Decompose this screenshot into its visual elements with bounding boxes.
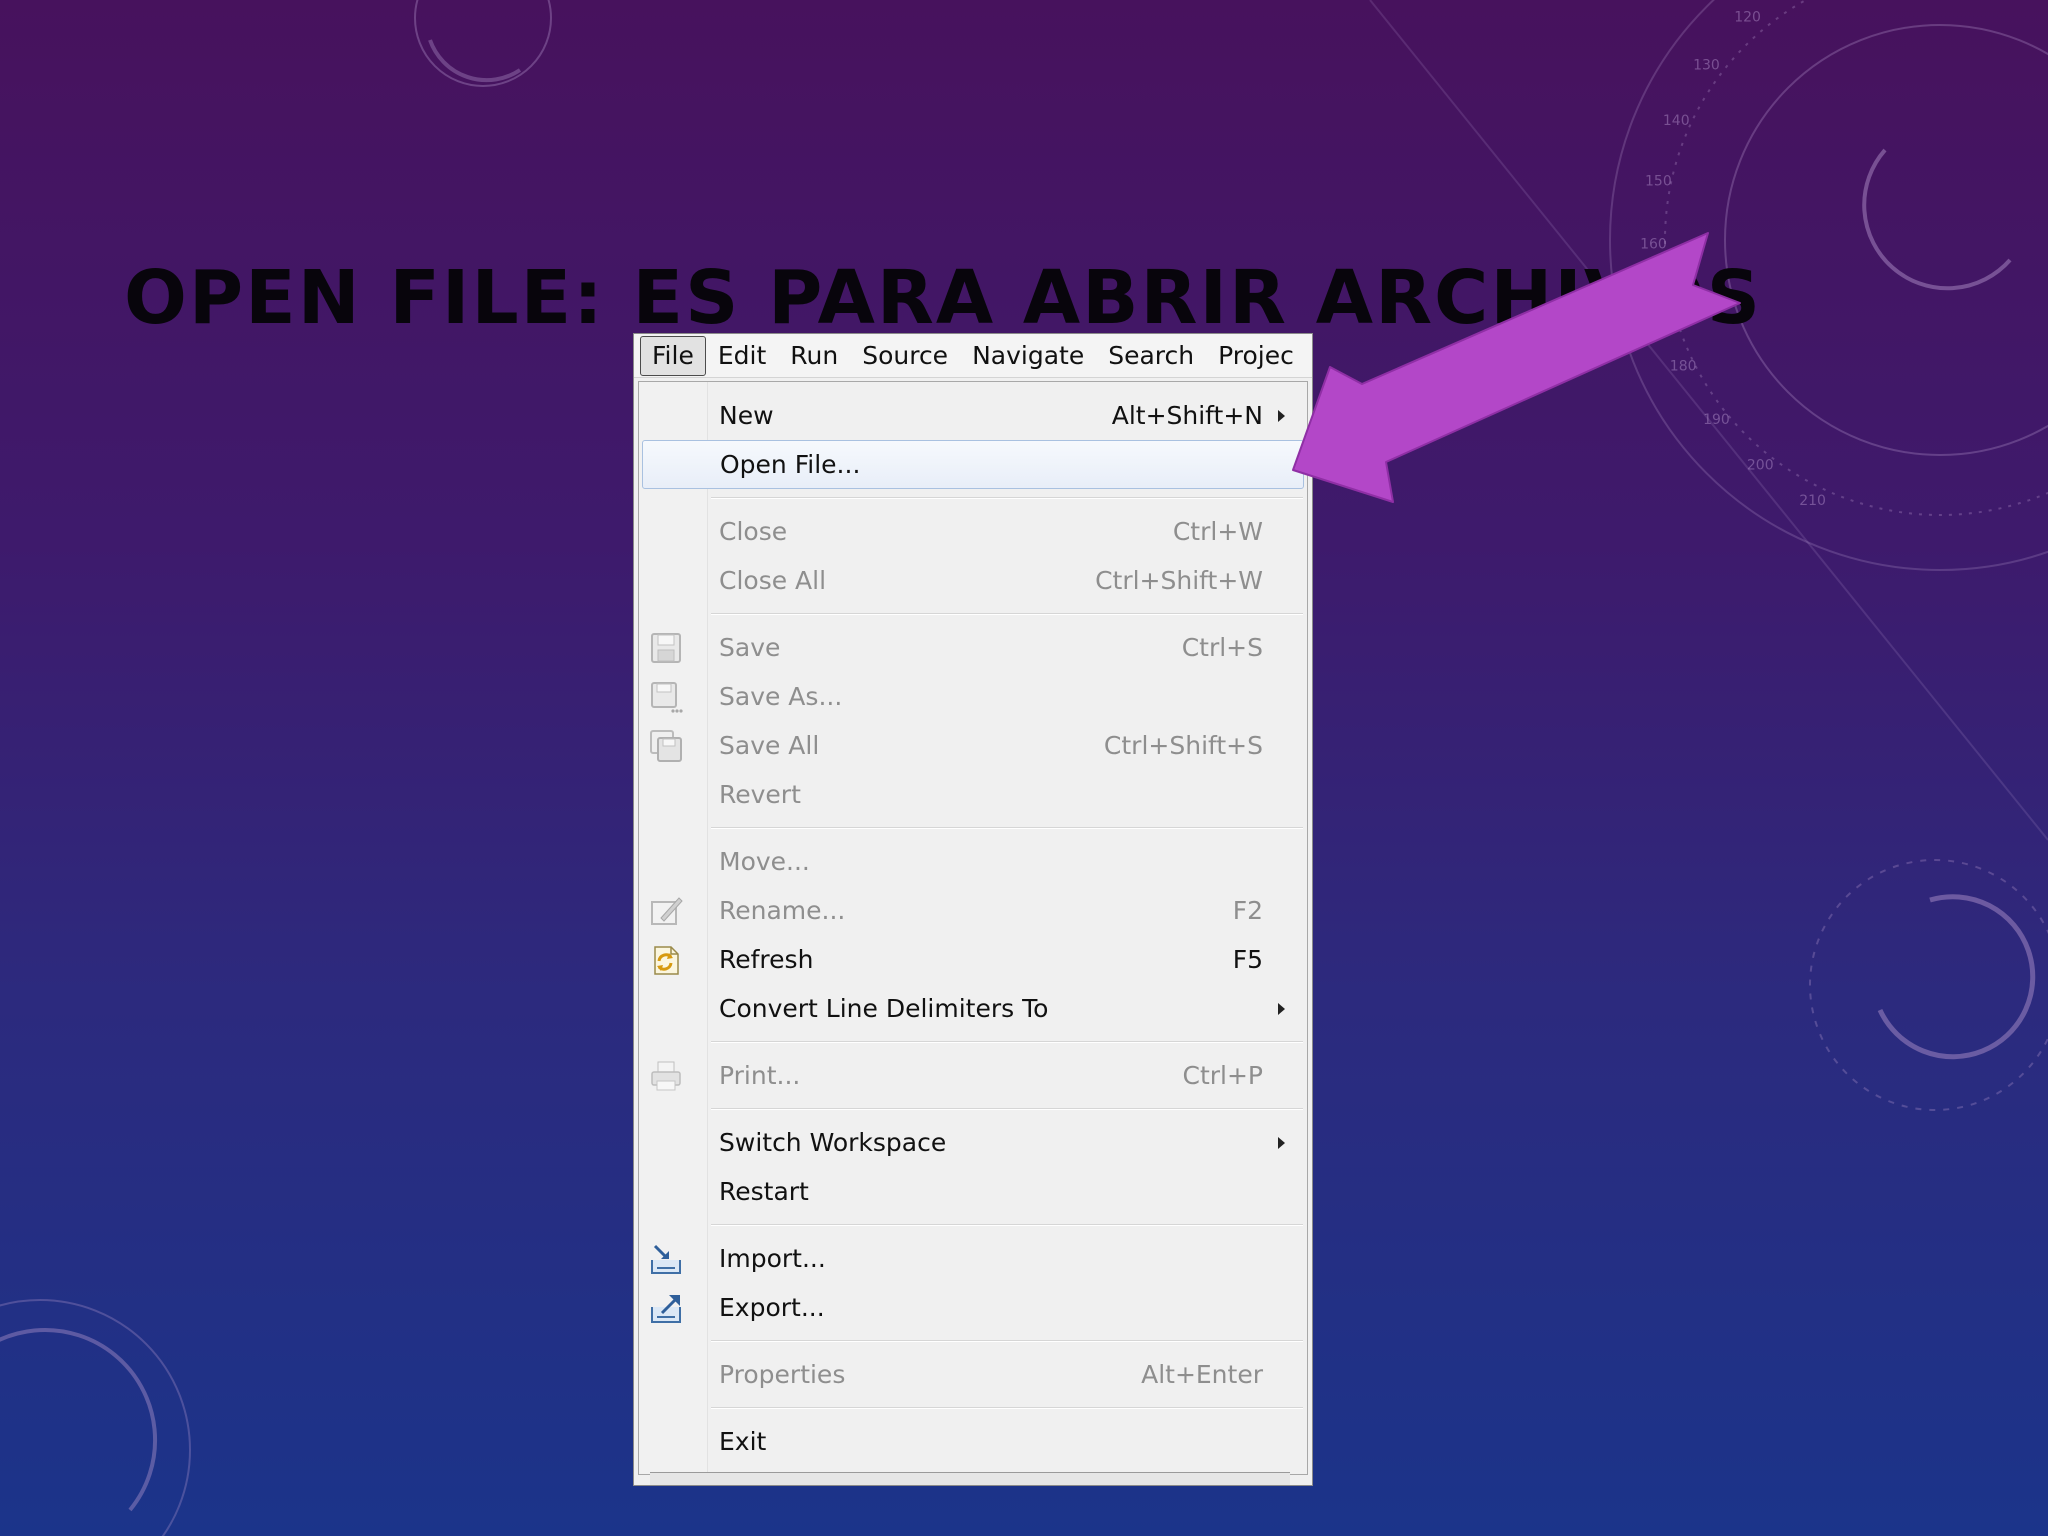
print-icon <box>651 1061 681 1091</box>
menu-item-label: Rename... <box>719 895 846 925</box>
menu-separator <box>639 605 1307 623</box>
menu-navigate[interactable]: Navigate <box>960 337 1096 375</box>
menu-item-label: Restart <box>719 1176 809 1206</box>
menu-separator <box>639 819 1307 837</box>
menu-item-shortcut: Ctrl+S <box>1181 632 1263 662</box>
menu-item-open-file[interactable]: Open File... <box>642 440 1304 489</box>
menu-item-exit[interactable]: Exit <box>639 1417 1307 1466</box>
menu-item-shortcut: F5 <box>1232 944 1263 974</box>
dial-number: 140 <box>1663 113 1690 129</box>
menu-item-shortcut: F2 <box>1232 895 1263 925</box>
menu-item-convert-line-delimiters[interactable]: Convert Line Delimiters To <box>639 984 1307 1033</box>
menu-item-label: Import... <box>719 1243 826 1273</box>
save-icon <box>651 633 681 663</box>
submenu-arrow-icon <box>1278 410 1285 422</box>
slide-title: OPEN FILE: ES PARA ABRIR ARCHIVOS <box>124 254 1762 341</box>
menu-item-label: Refresh <box>719 944 814 974</box>
menu-item-print[interactable]: Print... Ctrl+P <box>639 1051 1307 1100</box>
rename-icon <box>651 897 683 925</box>
export-icon <box>651 1295 681 1323</box>
menu-item-export[interactable]: Export... <box>639 1283 1307 1332</box>
menu-item-label: Revert <box>719 779 801 809</box>
menu-item-label: Print... <box>719 1060 801 1090</box>
menu-separator <box>639 1100 1307 1118</box>
menu-item-shortcut: Ctrl+W <box>1172 516 1263 546</box>
dial-number: 190 <box>1703 412 1730 428</box>
menu-separator <box>639 1332 1307 1350</box>
menu-item-shortcut: Alt+Enter <box>1141 1359 1263 1389</box>
menu-item-label: Open File... <box>720 449 861 479</box>
submenu-arrow-icon <box>1278 1137 1285 1149</box>
menu-item-import[interactable]: Import... <box>639 1234 1307 1283</box>
menu-item-save[interactable]: Save Ctrl+S <box>639 623 1307 672</box>
menu-item-move[interactable]: Move... <box>639 837 1307 886</box>
menu-item-label: Close <box>719 516 788 546</box>
menu-file[interactable]: File <box>640 335 706 376</box>
dial-number: 160 <box>1640 237 1667 253</box>
submenu-arrow-icon <box>1278 1003 1285 1015</box>
menu-item-switch-workspace[interactable]: Switch Workspace <box>639 1118 1307 1167</box>
menu-item-properties[interactable]: Properties Alt+Enter <box>639 1350 1307 1399</box>
menu-item-rename[interactable]: Rename... F2 <box>639 886 1307 935</box>
menu-item-label: Move... <box>719 846 810 876</box>
menu-separator <box>639 1033 1307 1051</box>
dial-number: 210 <box>1799 493 1826 509</box>
menu-item-label: Close All <box>719 565 827 595</box>
menu-item-close[interactable]: Close Ctrl+W <box>639 507 1307 556</box>
menu-separator <box>639 489 1307 507</box>
menu-item-revert[interactable]: Revert <box>639 770 1307 819</box>
menu-item-refresh[interactable]: Refresh F5 <box>639 935 1307 984</box>
menu-item-shortcut: Ctrl+Shift+S <box>1103 730 1263 760</box>
window-bottom-edge <box>650 1472 1290 1485</box>
menu-item-label: Save <box>719 632 781 662</box>
menu-item-label: Export... <box>719 1292 825 1322</box>
menu-separator <box>639 1399 1307 1417</box>
menu-item-new[interactable]: New Alt+Shift+N <box>639 391 1307 440</box>
dial-number: 120 <box>1734 10 1761 26</box>
menu-run[interactable]: Run <box>778 337 850 375</box>
menu-search[interactable]: Search <box>1096 337 1206 375</box>
refresh-icon <box>654 946 679 975</box>
import-icon <box>651 1244 681 1274</box>
menu-edit[interactable]: Edit <box>706 337 778 375</box>
eclipse-window: File Edit Run Source Navigate Search Pro… <box>633 333 1313 1486</box>
dial-number: 130 <box>1693 58 1720 74</box>
menu-bar: File Edit Run Source Navigate Search Pro… <box>634 334 1312 378</box>
save-all-icon <box>650 730 682 762</box>
dial-number: 150 <box>1645 174 1672 190</box>
menu-item-label: Exit <box>719 1426 767 1456</box>
menu-item-shortcut: Alt+Shift+N <box>1111 400 1263 430</box>
menu-source[interactable]: Source <box>850 337 960 375</box>
menu-item-close-all[interactable]: Close All Ctrl+Shift+W <box>639 556 1307 605</box>
menu-item-shortcut: Ctrl+P <box>1182 1060 1263 1090</box>
menu-item-label: Switch Workspace <box>719 1127 947 1157</box>
menu-project[interactable]: Projec <box>1206 337 1306 375</box>
menu-item-save-as[interactable]: Save As... <box>639 672 1307 721</box>
menu-item-restart[interactable]: Restart <box>639 1167 1307 1216</box>
file-menu-dropdown: New Alt+Shift+N Open File... Close Ctrl+… <box>638 381 1308 1475</box>
menu-separator <box>639 1216 1307 1234</box>
dial-number: 200 <box>1747 458 1774 474</box>
dial-number: 180 <box>1670 358 1697 374</box>
save-as-icon <box>651 682 683 713</box>
menu-item-label: New <box>719 400 774 430</box>
menu-item-label: Properties <box>719 1359 846 1389</box>
menu-item-label: Save As... <box>719 681 843 711</box>
menu-item-label: Save All <box>719 730 820 760</box>
menu-item-shortcut: Ctrl+Shift+W <box>1095 565 1263 595</box>
menu-item-label: Convert Line Delimiters To <box>719 993 1049 1023</box>
menu-item-save-all[interactable]: Save All Ctrl+Shift+S <box>639 721 1307 770</box>
